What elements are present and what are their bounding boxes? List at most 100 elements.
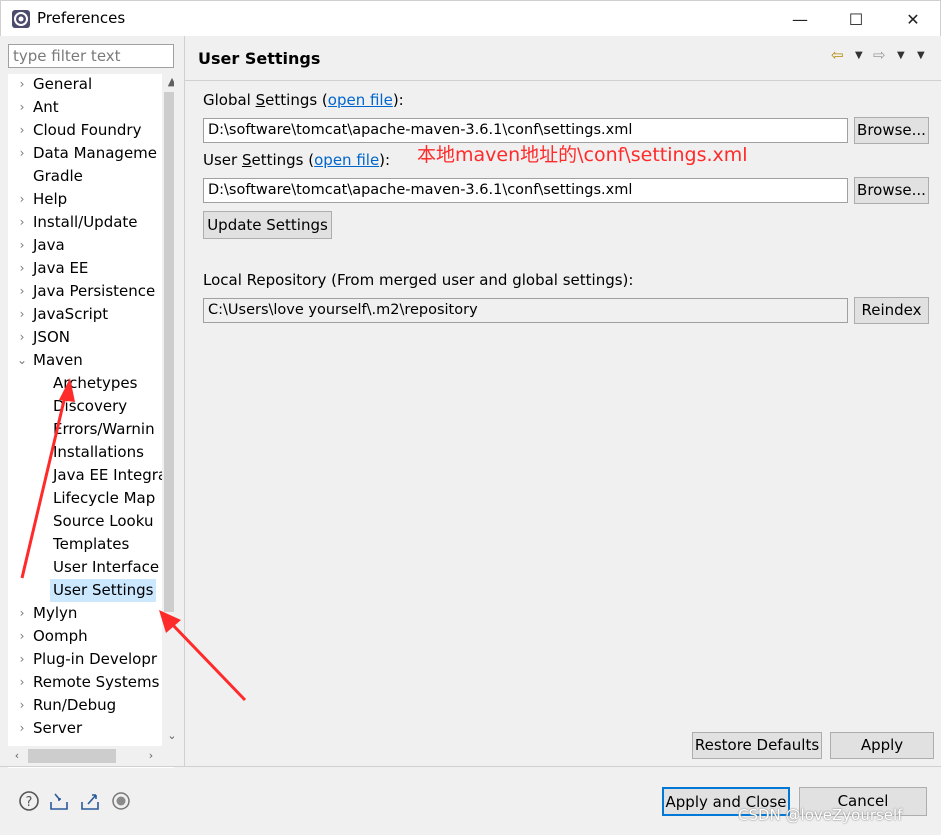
tree-item[interactable]: User Settings <box>8 579 158 602</box>
scroll-thumb[interactable] <box>164 92 174 612</box>
forward-arrow-icon[interactable]: ⇨ <box>873 46 886 64</box>
tree-item-label: JSON <box>33 328 70 346</box>
tree-item[interactable]: Errors/Warnin <box>8 418 158 441</box>
local-repository-label: Local Repository (From merged user and g… <box>203 271 634 289</box>
chevron-right-icon[interactable]: › <box>16 257 28 280</box>
tree-item[interactable]: › Help <box>8 188 158 211</box>
svg-text:?: ? <box>26 795 33 810</box>
tree-item[interactable]: › Install/Update <box>8 211 158 234</box>
scroll-right-icon[interactable]: › <box>142 746 160 766</box>
help-icon[interactable]: ? <box>18 790 40 812</box>
chevron-right-icon[interactable]: › <box>16 648 28 671</box>
tree-item[interactable]: › Ant <box>8 96 158 119</box>
window-title: Preferences <box>37 9 126 27</box>
tree-item-label: Plug-in Developr <box>33 650 158 668</box>
tree-item-label: Remote Systems <box>33 673 160 691</box>
tree-item[interactable]: › Oomph <box>8 625 158 648</box>
tree-item-label: Java Persistence <box>33 282 156 300</box>
scroll-up-icon[interactable]: ▲ <box>162 74 174 90</box>
tree-item-label: Installations <box>53 443 144 461</box>
user-settings-label: User Settings (open file): <box>203 151 391 169</box>
update-settings-button[interactable]: Update Settings <box>203 211 332 239</box>
chevron-right-icon[interactable]: › <box>16 280 28 303</box>
chevron-right-icon[interactable]: › <box>16 694 28 717</box>
chevron-right-icon[interactable]: › <box>16 303 28 326</box>
import-icon[interactable] <box>48 790 70 812</box>
tree-item[interactable]: › Cloud Foundry <box>8 119 158 142</box>
scroll-thumb[interactable] <box>28 749 116 763</box>
export-icon[interactable] <box>79 790 101 812</box>
chevron-right-icon[interactable]: › <box>16 671 28 694</box>
reindex-button[interactable]: Reindex <box>854 297 929 324</box>
tree-item[interactable]: › Plug-in Developr <box>8 648 158 671</box>
forward-dropdown-icon[interactable]: ▼ <box>897 50 905 61</box>
chevron-right-icon[interactable]: › <box>16 234 28 257</box>
tree-item-label: Maven <box>33 351 83 369</box>
tree-item[interactable]: Gradle <box>8 165 158 188</box>
tree-item[interactable]: Source Looku <box>8 510 158 533</box>
global-browse-button[interactable]: Browse... <box>854 117 929 144</box>
filter-input[interactable] <box>8 44 174 68</box>
global-open-file-link[interactable]: open file <box>328 91 393 109</box>
tree-item[interactable]: Templates <box>8 533 158 556</box>
page-title: User Settings <box>198 49 321 68</box>
chevron-right-icon[interactable]: › <box>16 119 28 142</box>
chevron-right-icon[interactable]: › <box>16 142 28 165</box>
global-settings-label: Global Settings (open file): <box>203 91 404 109</box>
tree-item[interactable]: Java EE Integra <box>8 464 167 487</box>
eclipse-app-icon <box>12 10 30 28</box>
tree-item[interactable]: › Data Manageme <box>8 142 158 165</box>
tree-item[interactable]: Archetypes <box>8 372 158 395</box>
close-button[interactable]: ✕ <box>884 1 941 37</box>
tree-item-label: Discovery <box>53 397 128 415</box>
preference-page: User Settings ⇦ ▼ ⇨ ▼ ▼ Global Settings … <box>185 36 941 766</box>
tree-item[interactable]: Discovery <box>8 395 158 418</box>
tree-item[interactable]: User Interface <box>8 556 160 579</box>
view-menu-icon[interactable]: ▼ <box>917 50 925 61</box>
restore-defaults-button[interactable]: Restore Defaults <box>692 732 822 759</box>
chevron-right-icon[interactable]: › <box>16 625 28 648</box>
back-dropdown-icon[interactable]: ▼ <box>855 50 863 61</box>
tree-item-label: Gradle <box>33 167 83 185</box>
record-icon[interactable] <box>110 790 132 812</box>
tree-item[interactable]: › General <box>8 74 158 96</box>
tree-item[interactable]: › JavaScript <box>8 303 158 326</box>
user-open-file-link[interactable]: open file <box>314 151 379 169</box>
tree-item[interactable]: Lifecycle Map <box>8 487 158 510</box>
tree-item[interactable]: › Java EE <box>8 257 158 280</box>
back-arrow-icon[interactable]: ⇦ <box>831 46 844 64</box>
tree-item[interactable]: › Mylyn <box>8 602 158 625</box>
tree-item[interactable]: › Run/Debug <box>8 694 158 717</box>
tree-vertical-scrollbar[interactable]: ▲ ⌄ <box>162 74 174 746</box>
tree-item[interactable]: Installations <box>8 441 158 464</box>
maximize-button[interactable]: ☐ <box>827 1 885 37</box>
divider <box>0 766 941 767</box>
tree-item-label: User Interface <box>53 558 160 576</box>
chevron-right-icon[interactable]: › <box>16 188 28 211</box>
chevron-down-icon[interactable]: ⌄ <box>16 349 28 372</box>
chevron-right-icon[interactable]: › <box>16 96 28 119</box>
tree-item-label: Run/Debug <box>33 696 117 714</box>
chevron-right-icon[interactable]: › <box>16 602 28 625</box>
apply-button[interactable]: Apply <box>830 732 934 759</box>
minimize-button[interactable]: — <box>771 1 829 37</box>
tree-item[interactable]: ⌄ Maven <box>8 349 158 372</box>
tree-item-label: Data Manageme <box>33 144 158 162</box>
chevron-right-icon[interactable]: › <box>16 211 28 234</box>
tree-item-label: General <box>33 75 93 93</box>
tree-item[interactable]: › Server <box>8 717 158 740</box>
tree-item[interactable]: › Java Persistence <box>8 280 158 303</box>
scroll-down-icon[interactable]: ⌄ <box>162 728 174 744</box>
tree-horizontal-scrollbar[interactable]: ‹ › <box>8 746 174 766</box>
scroll-left-icon[interactable]: ‹ <box>8 746 26 766</box>
user-browse-button[interactable]: Browse... <box>854 177 929 204</box>
chevron-right-icon[interactable]: › <box>16 326 28 349</box>
tree-item[interactable]: › JSON <box>8 326 158 349</box>
tree-item[interactable]: › Java <box>8 234 158 257</box>
chevron-right-icon[interactable]: › <box>16 717 28 740</box>
preferences-sidebar: › Server › Run/Debug › Remote Systems › Plug-in… <box>0 36 184 768</box>
chevron-right-icon[interactable]: › <box>16 74 28 96</box>
user-settings-field[interactable]: D:\software\tomcat\apache-maven-3.6.1\co… <box>203 178 848 203</box>
tree-item[interactable]: › Remote Systems <box>8 671 160 694</box>
tree-item-label: User Settings <box>50 579 157 602</box>
